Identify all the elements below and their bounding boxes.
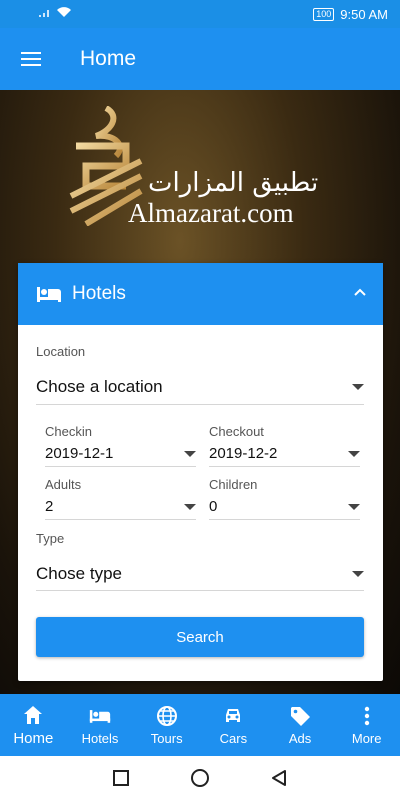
checkout-value: 2019-12-2 <box>209 445 278 462</box>
adults-value: 2 <box>45 498 54 515</box>
status-time: 9:50 AM <box>340 6 388 22</box>
nav-item-home[interactable]: Home <box>0 694 67 756</box>
nav-item-more[interactable]: More <box>333 694 400 756</box>
hotels-card-title: Hotels <box>72 283 126 304</box>
checkin-label: Checkin <box>45 424 92 439</box>
status-bar: 100 9:50 AM <box>0 0 400 28</box>
brand-logo: تطبيق المزارات Almazarat.com <box>66 106 346 236</box>
checkout-select[interactable]: 2019-12-2 <box>209 441 360 467</box>
dropdown-arrow-icon <box>184 450 196 457</box>
type-value: Chose type <box>36 563 122 583</box>
nav-label-ads: Ads <box>288 730 312 746</box>
logo-arabic-text: تطبيق المزارات <box>148 168 319 198</box>
hotels-search-card: Hotels Location Chose a location Checkin… <box>18 263 383 681</box>
nav-label-tours: Tours <box>150 730 183 746</box>
nav-item-ads[interactable]: Ads <box>267 694 334 756</box>
wifi-icon <box>57 7 71 17</box>
location-value: Chose a location <box>36 376 163 396</box>
nav-label-more: More <box>351 730 382 746</box>
adults-select[interactable]: 2 <box>45 494 196 520</box>
children-value: 0 <box>209 498 218 515</box>
checkout-label: Checkout <box>209 424 264 439</box>
signal-icon <box>39 10 49 17</box>
dropdown-arrow-icon <box>348 503 360 510</box>
type-label: Type <box>36 531 65 546</box>
car-icon <box>226 708 241 722</box>
checkin-select[interactable]: 2019-12-1 <box>45 441 196 467</box>
nav-label-home: Home <box>13 729 54 747</box>
type-select[interactable]: Chose type <box>36 557 364 591</box>
tag-icon <box>291 706 311 726</box>
hotels-card-header[interactable]: Hotels <box>18 263 383 325</box>
nav-item-hotels[interactable]: Hotels <box>67 694 134 756</box>
globe-icon <box>156 705 177 726</box>
nav-label-cars: Cars <box>219 730 248 746</box>
dropdown-arrow-icon <box>352 570 364 577</box>
system-navigation-bar <box>0 756 400 800</box>
home-circle-icon[interactable] <box>190 768 210 788</box>
battery-icon: 100 <box>313 7 335 21</box>
back-icon[interactable] <box>270 769 288 787</box>
location-label: Location <box>36 344 86 359</box>
chevron-up-icon[interactable] <box>353 285 367 299</box>
logo-latin-text: Almazarat.com <box>128 198 294 228</box>
dropdown-arrow-icon <box>184 503 196 510</box>
nav-item-cars[interactable]: Cars <box>200 694 267 756</box>
adults-label: Adults <box>45 477 82 492</box>
location-select[interactable]: Chose a location <box>36 369 364 405</box>
nav-item-tours[interactable]: Tours <box>133 694 200 756</box>
search-button[interactable]: Search <box>36 617 364 657</box>
bottom-navigation: Home Hotels Tours Cars Ads More <box>0 694 400 756</box>
dropdown-arrow-icon <box>348 450 360 457</box>
children-select[interactable]: 0 <box>209 494 360 520</box>
recents-icon[interactable] <box>112 769 130 787</box>
checkin-value: 2019-12-1 <box>45 445 114 462</box>
menu-button[interactable] <box>0 28 62 90</box>
bed-icon <box>37 287 61 302</box>
page-title: Home <box>80 47 137 70</box>
app-bar: Home <box>0 28 400 90</box>
more-vertical-icon <box>364 706 369 725</box>
dropdown-arrow-icon <box>352 383 364 390</box>
bed-icon <box>89 709 111 723</box>
nav-label-hotels: Hotels <box>81 730 119 746</box>
hamburger-icon <box>21 52 41 66</box>
home-icon <box>24 705 43 724</box>
children-label: Children <box>209 477 258 492</box>
